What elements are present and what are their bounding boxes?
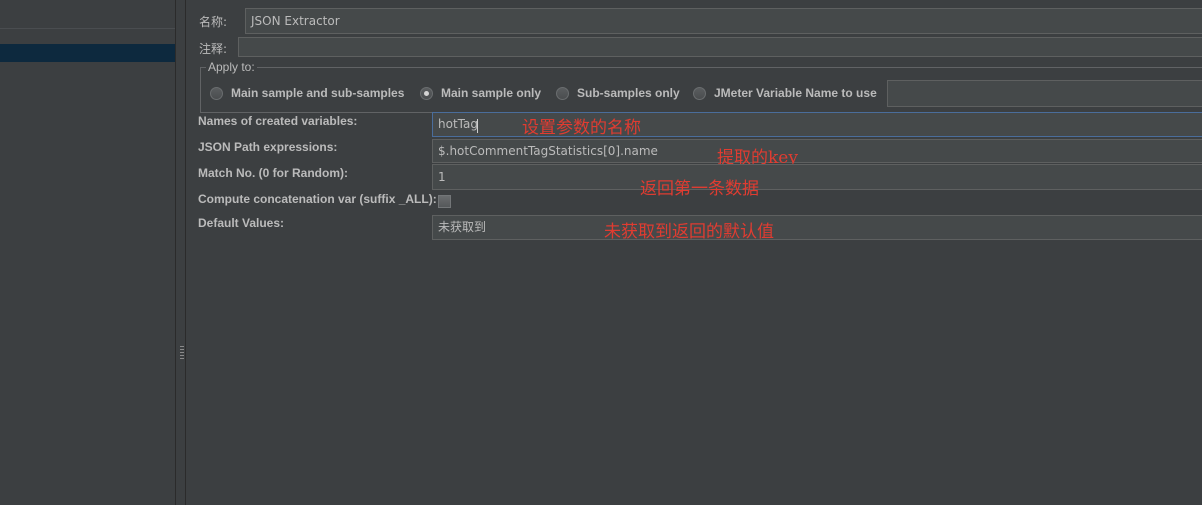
radio-main-and-sub-label[interactable]: Main sample and sub-samples bbox=[231, 86, 404, 100]
name-label: 名称: bbox=[199, 15, 228, 29]
radio-main-only-label[interactable]: Main sample only bbox=[441, 86, 541, 100]
radio-sub-only-label[interactable]: Sub-samples only bbox=[577, 86, 680, 100]
radio-jmeter-variable[interactable] bbox=[693, 87, 706, 100]
radio-sub-only[interactable] bbox=[556, 87, 569, 100]
name-field[interactable]: JSON Extractor bbox=[245, 8, 1202, 34]
split-grip-icon[interactable] bbox=[180, 346, 184, 360]
jmeter-variable-input[interactable] bbox=[887, 80, 1202, 107]
radio-main-only[interactable] bbox=[420, 87, 433, 100]
match-no-annotation: 返回第一条数据 bbox=[640, 179, 759, 199]
variable-names-label: Names of created variables: bbox=[198, 114, 358, 128]
test-plan-tree[interactable] bbox=[0, 0, 175, 505]
json-path-label: JSON Path expressions: bbox=[198, 140, 338, 154]
concatenation-label: Compute concatenation var (suffix _ALL): bbox=[198, 192, 437, 206]
match-no-input[interactable]: 1 bbox=[432, 164, 1202, 190]
comment-field[interactable] bbox=[238, 37, 1202, 57]
match-no-label: Match No. (0 for Random): bbox=[198, 166, 348, 180]
default-values-annotation: 未获取到返回的默认值 bbox=[604, 222, 774, 242]
tree-divider bbox=[0, 28, 175, 29]
radio-jmeter-variable-label[interactable]: JMeter Variable Name to use bbox=[714, 86, 877, 100]
text-caret bbox=[477, 119, 478, 133]
tree-selected-row[interactable] bbox=[0, 44, 175, 62]
default-values-input[interactable]: 未获取到 bbox=[432, 215, 1202, 240]
concatenation-checkbox[interactable] bbox=[438, 195, 451, 208]
default-values-label: Default Values: bbox=[198, 216, 285, 230]
split-pane-divider[interactable] bbox=[175, 0, 186, 505]
apply-to-legend: Apply to: bbox=[206, 60, 257, 74]
variable-names-annotation: 设置参数的名称 bbox=[522, 118, 641, 138]
json-path-input[interactable]: $.hotCommentTagStatistics[0].name bbox=[432, 139, 1202, 163]
radio-main-and-sub[interactable] bbox=[210, 87, 223, 100]
comment-label: 注释: bbox=[199, 42, 228, 56]
